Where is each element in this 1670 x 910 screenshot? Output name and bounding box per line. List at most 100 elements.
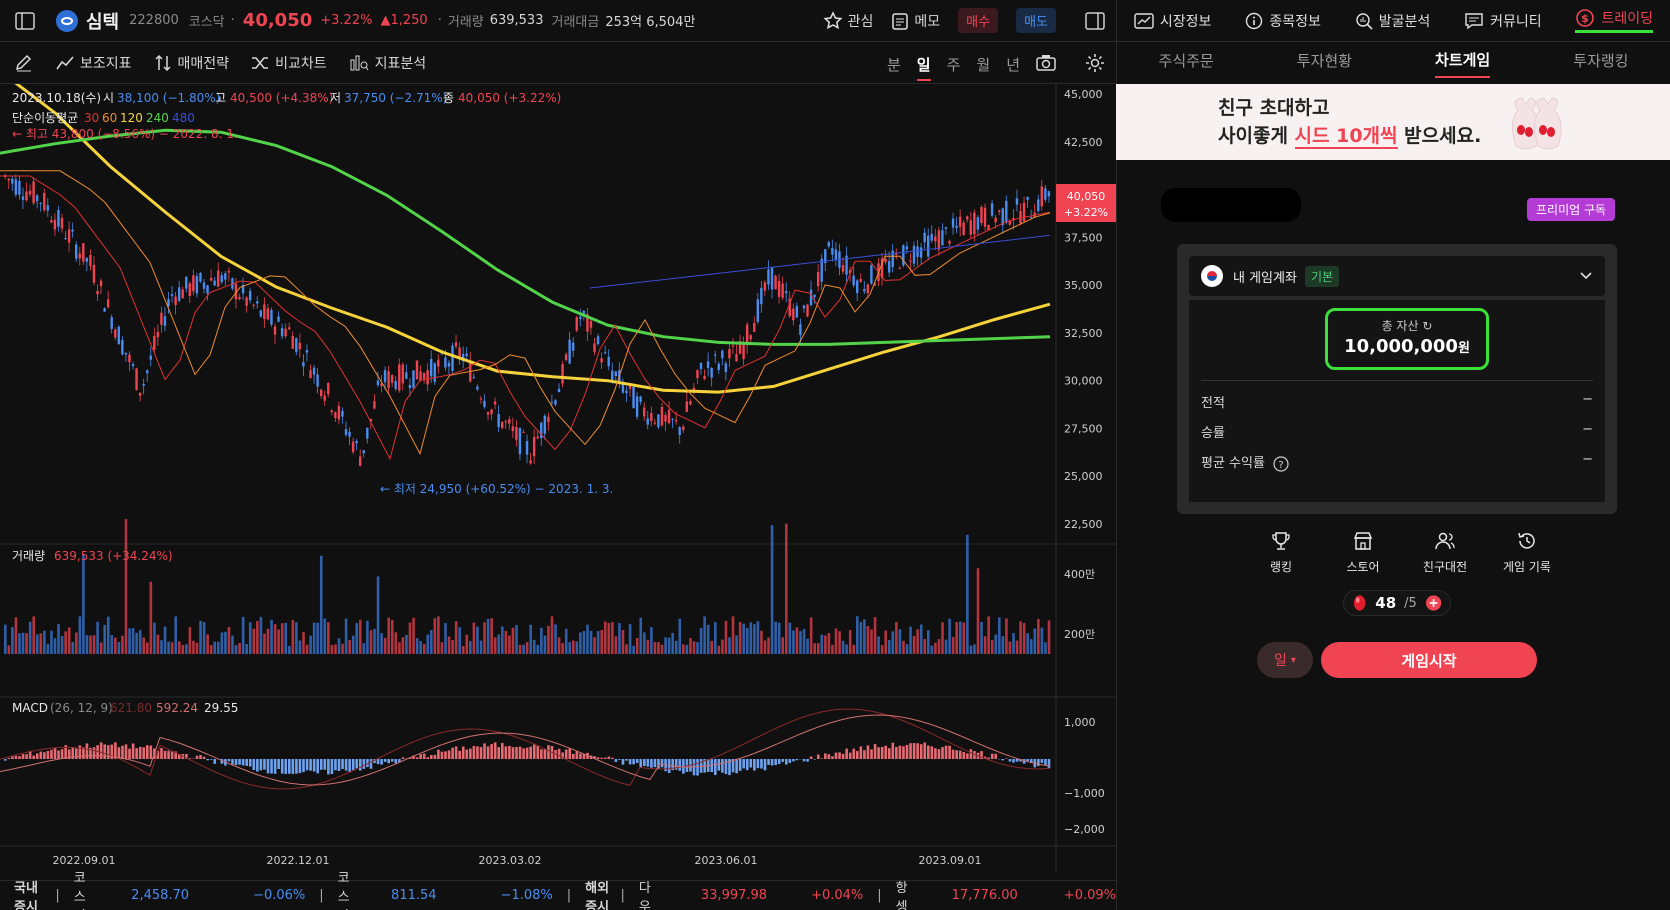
volume-bar [174,616,177,654]
strategy-button[interactable]: 매매전략 [154,53,229,73]
volume-bar [596,631,600,654]
memo-button[interactable]: 메모 [891,11,940,31]
period-dropdown[interactable]: 일 ▾ [1257,642,1313,678]
period-minute[interactable]: 분 [887,54,901,81]
volume-bar [646,639,650,654]
volume-bar [898,629,902,654]
ma240-line [0,128,1051,346]
account-selector[interactable]: 내 게임계좌 기본 [1189,256,1605,296]
volume-bar [408,622,412,654]
volume-bar [390,619,394,654]
candle [89,254,92,267]
macd-bar [891,742,895,759]
info-circle-icon [1246,12,1263,29]
menu-game-history[interactable]: 게임 기록 [1503,530,1551,575]
camera-icon[interactable] [1036,54,1056,72]
candle [515,427,518,440]
volume-bar [153,622,156,654]
ticker-kospi-label[interactable]: 코스피 [74,867,91,910]
nav-discovery[interactable]: 발굴분석 [1355,11,1430,31]
candle [330,410,333,413]
volume-bar [288,645,291,654]
macd-bar [497,747,501,759]
macd-bar [270,759,273,774]
candle [678,427,681,436]
macd-bar [735,759,738,774]
tab-investment-status[interactable]: 투자현황 [1297,50,1352,77]
ticker-kospi-value: 2,458.70 [131,888,190,903]
volume-bar [664,637,667,654]
ma120-label: 120 [120,111,143,125]
stock-name[interactable]: 심텍 [86,8,119,34]
volume-bar [7,645,11,654]
candle [958,216,962,227]
candle [1040,186,1043,207]
candle [341,410,344,417]
nav-stock-info[interactable]: 종목정보 [1245,11,1321,31]
macd-bar [880,746,884,759]
volume-bar [767,637,770,654]
candle [504,421,507,423]
analysis-button[interactable]: 지표분석 [349,53,426,73]
stock-chart[interactable]: 45,00042,50040,00037,50035,00032,50030,0… [0,69,1116,874]
chart-canvas[interactable]: 45,00042,50040,00037,50035,00032,50030,0… [0,69,1116,874]
refresh-icon[interactable]: ↻ [1422,319,1432,333]
candle [742,343,745,360]
macd-bar [142,747,146,759]
candle [976,217,980,230]
nav-market-info[interactable]: 시장정보 [1134,11,1211,31]
macd-bar [316,759,319,774]
nav-trading[interactable]: $ 트레이딩 [1575,8,1654,33]
volume-bar [958,621,962,654]
candle [50,220,53,223]
candle [192,275,195,292]
ticker-kosdaq-label[interactable]: 코스닥 [338,867,355,910]
watch-button[interactable]: 관심 [823,10,873,31]
volume-bar [348,639,351,654]
volume-bar [635,637,639,654]
nav-community[interactable]: 커뮤니티 [1464,11,1542,31]
period-year[interactable]: 년 [1006,54,1020,81]
panel-toggle-icon[interactable] [1084,10,1106,32]
tab-investment-ranking[interactable]: 투자랭킹 [1573,50,1628,77]
menu-ranking[interactable]: 랭킹 [1257,530,1305,575]
candle [1015,198,1019,205]
menu-friend-battle[interactable]: 친구대전 [1421,530,1469,575]
premium-button[interactable]: 프리미엄 구독 [1527,198,1616,221]
macd-bar [848,752,852,759]
period-day[interactable]: 일 [916,54,931,81]
candle [980,207,983,223]
volume-bar [671,632,674,654]
candle [760,287,763,305]
invite-banner[interactable]: 친구 초대하고 사이좋게 시드 10개씩 받으세요. [1116,84,1670,160]
tab-chart-game[interactable]: 차트게임 [1435,49,1491,78]
candle [1005,200,1008,223]
pencil-icon[interactable] [14,53,34,73]
macd-bar [1040,759,1044,763]
candle [919,247,923,258]
sell-button[interactable]: 매도 [1016,8,1056,33]
plus-circle-icon[interactable] [1425,594,1442,612]
macd-bar [831,756,834,759]
indicator-button[interactable]: 보조지표 [56,53,132,73]
volume-bar [21,632,25,654]
tab-stock-order[interactable]: 주식주문 [1159,50,1214,77]
sidebar-toggle-icon[interactable] [14,10,36,32]
volume-bar [451,640,454,654]
candle [625,390,628,393]
ticker-dow-label[interactable]: 다우 [639,877,651,910]
ticker-hs-label[interactable]: 항셍 [896,877,908,910]
period-month[interactable]: 월 [976,54,990,81]
help-icon[interactable]: ? [1273,455,1289,472]
macd-bar [451,747,454,759]
menu-store[interactable]: 스토어 [1339,530,1387,575]
candle [927,235,930,257]
buy-button[interactable]: 매수 [958,8,999,33]
ticker-overseas: 해외 증시 [585,880,610,910]
start-game-button[interactable]: 게임시작 [1321,642,1537,678]
settings-gear-icon[interactable] [1084,52,1106,74]
candle [142,384,145,386]
compare-button[interactable]: 비교차트 [251,53,327,73]
period-week[interactable]: 주 [947,54,961,81]
volume-bar [234,645,238,654]
